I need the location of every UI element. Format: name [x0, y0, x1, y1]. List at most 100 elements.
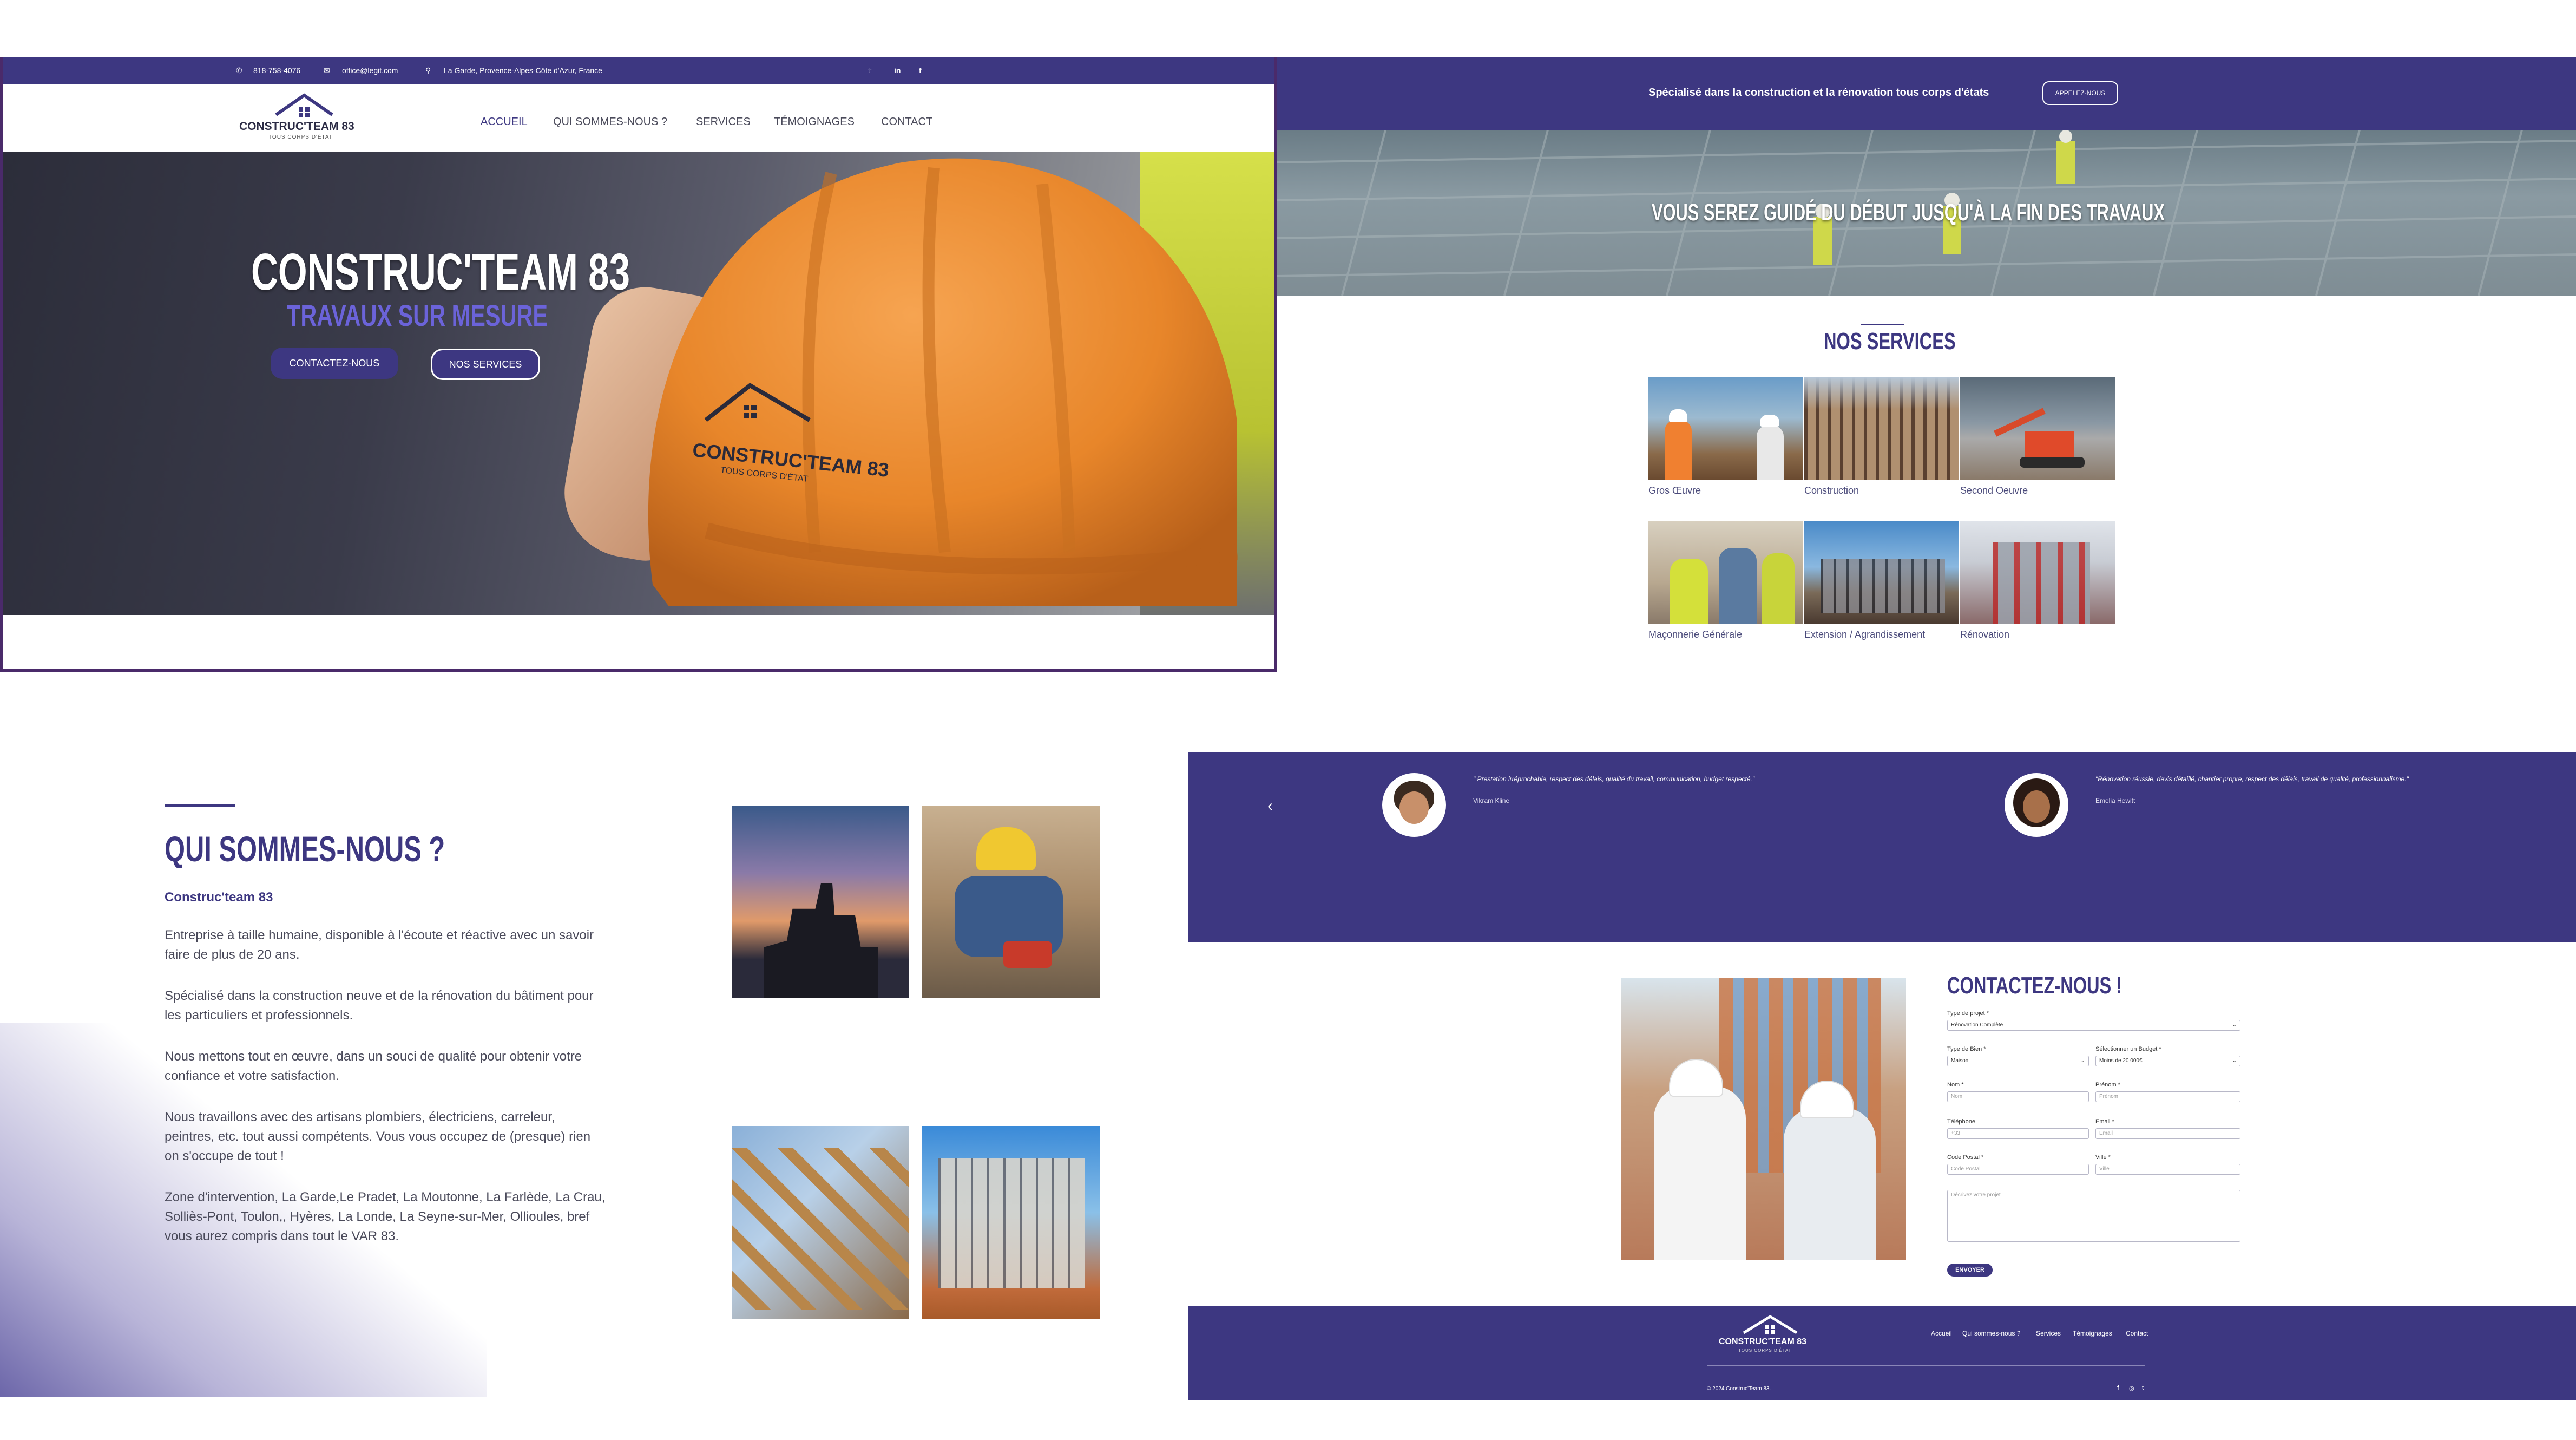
- firstname-field[interactable]: Prénom: [2095, 1091, 2240, 1102]
- service-image-gros-oeuvre[interactable]: [1648, 377, 1803, 480]
- contact-us-button[interactable]: CONTACTEZ-NOUS: [271, 348, 398, 379]
- email-address[interactable]: office@legit.com: [342, 66, 398, 75]
- hero-section: CONSTRUC'TEAM 83 TOUS CORPS D'ÉTAT CONST…: [3, 152, 1274, 615]
- testimonial-author-1: Vikram Kline: [1473, 797, 1510, 804]
- about-image-scaffolding: [922, 1126, 1100, 1319]
- submit-button[interactable]: ENVOYER: [1947, 1264, 1993, 1277]
- phone-field[interactable]: +33: [1947, 1128, 2089, 1139]
- testimonial-author-2: Emelia Hewitt: [2095, 797, 2135, 804]
- email-label: Email *: [2095, 1118, 2114, 1125]
- property-type-select[interactable]: Maison ⌄: [1947, 1056, 2089, 1066]
- service-caption-gros-oeuvre[interactable]: Gros Œuvre: [1648, 485, 1701, 496]
- hard-hat-image: [648, 158, 1239, 606]
- project-type-label: Type de projet *: [1947, 1010, 1989, 1017]
- message-field[interactable]: Décrivez votre projet: [1947, 1190, 2240, 1242]
- footer-link-contact[interactable]: Contact: [2126, 1330, 2148, 1337]
- callout-text: Spécialisé dans la construction et la ré…: [1648, 87, 1989, 99]
- home-panel: ✆ 818-758-4076 ✉ office@legit.com ⚲ La G…: [0, 57, 1277, 672]
- footer-link-home[interactable]: Accueil: [1931, 1330, 1952, 1337]
- nav-about[interactable]: QUI SOMMES-NOUS ?: [553, 116, 667, 128]
- logo-tagline: TOUS CORPS D'ÉTAT: [268, 134, 333, 140]
- footer-logo-name: CONSTRUC'TEAM 83: [1719, 1337, 1807, 1346]
- about-image-timber-frame: [732, 1126, 909, 1319]
- hero-title: CONSTRUC'TEAM 83: [251, 243, 630, 301]
- guidance-heading: VOUS SEREZ GUIDÉ DU DÉBUT JUSQU'À LA FIN…: [1652, 199, 2165, 226]
- footer-divider: [1707, 1365, 2145, 1366]
- about-image-carpenter: [922, 806, 1100, 998]
- about-panel: QUI SOMMES-NOUS ? Construc'team 83 Entre…: [0, 752, 1191, 1397]
- budget-select[interactable]: Moins de 20 000€ ⌄: [2095, 1056, 2240, 1066]
- house-logo-icon: [1743, 1315, 1798, 1334]
- name-label: Nom *: [1947, 1082, 1964, 1088]
- call-us-button[interactable]: APPELEZ-NOUS: [2042, 81, 2118, 105]
- footer-copyright: © 2024 Construc'Team 83.: [1707, 1386, 1771, 1392]
- city-field[interactable]: Ville: [2095, 1164, 2240, 1175]
- service-caption-construction[interactable]: Construction: [1804, 485, 1859, 496]
- about-paragraph-4: Nous travaillons avec des artisans plomb…: [165, 1110, 591, 1163]
- chevron-down-icon: ⌄: [2232, 1022, 2237, 1028]
- services-divider: [1861, 324, 1904, 325]
- worksite-banner: VOUS SEREZ GUIDÉ DU DÉBUT JUSQU'À LA FIN…: [1277, 130, 2576, 296]
- footer-logo-tagline: TOUS CORPS D'ÉTAT: [1738, 1348, 1792, 1353]
- phone-label: Téléphone: [1947, 1118, 1975, 1125]
- mail-icon: ✉: [324, 66, 330, 75]
- service-image-extension[interactable]: [1804, 521, 1959, 624]
- about-title: QUI SOMMES-NOUS ?: [165, 829, 445, 869]
- facebook-icon[interactable]: f: [2117, 1385, 2119, 1391]
- project-type-select[interactable]: Rénovation Complète ⌄: [1947, 1020, 2240, 1031]
- twitter-icon[interactable]: 𝕥: [868, 66, 872, 75]
- service-caption-maconnerie[interactable]: Maçonnerie Générale: [1648, 629, 1742, 640]
- zip-field[interactable]: Code Postal: [1947, 1164, 2089, 1175]
- footer-logo[interactable]: CONSTRUC'TEAM 83 TOUS CORPS D'ÉTAT: [1719, 1313, 1827, 1357]
- avatar-emelia: [2005, 773, 2068, 837]
- nav-contact[interactable]: CONTACT: [881, 116, 932, 128]
- city-label: Ville *: [2095, 1154, 2111, 1161]
- zip-label: Code Postal *: [1947, 1154, 1984, 1161]
- phone-icon: ✆: [236, 66, 242, 75]
- footer-link-about[interactable]: Qui sommes-nous ?: [1962, 1330, 2020, 1337]
- address-text: La Garde, Provence-Alpes-Côte d'Azur, Fr…: [444, 66, 602, 75]
- service-image-renovation[interactable]: [1960, 521, 2115, 624]
- testimonial-quote-1: " Prestation irréprochable, respect des …: [1473, 775, 1755, 783]
- footer-link-services[interactable]: Services: [2036, 1330, 2061, 1337]
- company-name: Construc'team 83: [165, 890, 273, 905]
- about-image-site-silhouette: [732, 806, 909, 998]
- site-logo[interactable]: CONSTRUC'TEAM 83 TOUS CORPS D'ÉTAT: [239, 90, 364, 146]
- name-field[interactable]: Nom: [1947, 1091, 2089, 1102]
- contact-section: CONTACTEZ-NOUS ! Type de projet * Rénova…: [1188, 942, 2576, 1306]
- nav-services[interactable]: SERVICES: [696, 116, 751, 128]
- firstname-label: Prénom *: [2095, 1082, 2120, 1088]
- linkedin-icon[interactable]: in: [894, 66, 901, 75]
- contact-image-engineers: [1621, 978, 1906, 1260]
- about-paragraph-3: Nous mettons tout en œuvre, dans un souc…: [165, 1049, 582, 1083]
- service-caption-renovation[interactable]: Rénovation: [1960, 629, 2009, 640]
- house-logo-icon: [275, 93, 333, 117]
- twitter-icon[interactable]: t: [2142, 1385, 2144, 1391]
- service-caption-extension[interactable]: Extension / Agrandissement: [1804, 629, 1925, 640]
- testimonial-prev-arrow[interactable]: ‹: [1267, 797, 1273, 815]
- about-divider: [165, 804, 235, 807]
- avatar-vikram: [1382, 773, 1446, 837]
- testimonials-section: ‹ " Prestation irréprochable, respect de…: [1188, 752, 2576, 942]
- property-type-label: Type de Bien *: [1947, 1046, 1986, 1052]
- footer-link-testimonials[interactable]: Témoignages: [2073, 1330, 2112, 1337]
- phone-number[interactable]: 818-758-4076: [253, 66, 300, 75]
- service-image-maconnerie[interactable]: [1648, 521, 1803, 624]
- service-image-construction[interactable]: [1804, 377, 1959, 480]
- services-title: NOS SERVICES: [1824, 328, 1956, 355]
- budget-label: Sélectionner un Budget *: [2095, 1046, 2161, 1052]
- helmet-logo-icon: [704, 383, 811, 422]
- nav-testimonials[interactable]: TÉMOIGNAGES: [774, 116, 855, 128]
- facebook-icon[interactable]: f: [919, 66, 922, 75]
- top-info-bar: ✆ 818-758-4076 ✉ office@legit.com ⚲ La G…: [3, 57, 1274, 84]
- email-field[interactable]: Email: [2095, 1128, 2240, 1139]
- service-caption-second-oeuvre[interactable]: Second Oeuvre: [1960, 485, 2028, 496]
- nav-home[interactable]: ACCUEIL: [481, 116, 528, 128]
- callout-band: Spécialisé dans la construction et la ré…: [1277, 57, 2576, 130]
- our-services-button[interactable]: NOS SERVICES: [431, 349, 540, 380]
- service-image-second-oeuvre[interactable]: [1960, 377, 2115, 480]
- location-icon: ⚲: [425, 66, 431, 75]
- hero-subtitle: TRAVAUX SUR MESURE: [287, 298, 548, 332]
- chevron-down-icon: ⌄: [2232, 1058, 2237, 1064]
- instagram-icon[interactable]: ◎: [2129, 1385, 2134, 1392]
